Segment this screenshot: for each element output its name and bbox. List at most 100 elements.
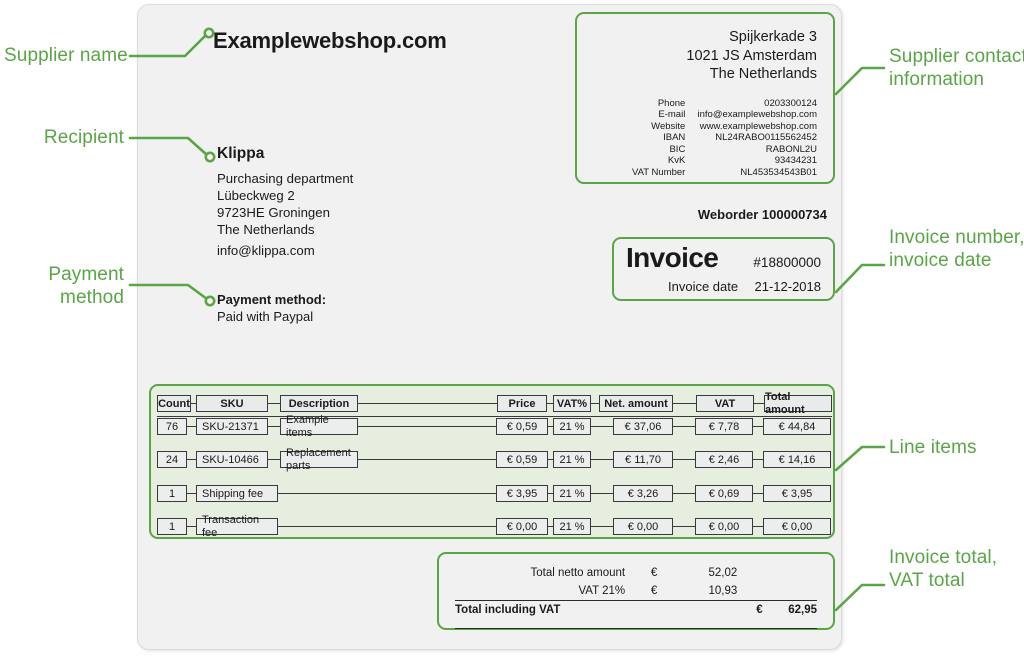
items-cell-total-amount: € 0,00	[763, 518, 831, 535]
detail-label: IBAN	[663, 132, 686, 144]
items-cell-net-amount: € 11,70	[613, 451, 673, 468]
annotation-invoice-number-line1: Invoice number,	[889, 227, 1024, 248]
items-cell-description: Example items	[280, 414, 358, 439]
connector-line	[358, 426, 496, 427]
connector-line	[754, 403, 764, 404]
items-cell-total-amount: € 14,16	[763, 451, 831, 468]
items-cell-vat-percent: 21 %	[553, 451, 591, 468]
line-items-table: Count SKU Description Price VAT% Net. amount V…	[149, 384, 835, 539]
detail-label: KvK	[667, 155, 686, 167]
connector-line	[591, 526, 613, 527]
connector-line	[548, 526, 553, 527]
items-header-vat: VAT	[696, 395, 754, 412]
recipient-line: The Netherlands	[217, 222, 315, 237]
items-cell-count: 1	[157, 518, 187, 535]
connector-line	[358, 403, 497, 404]
recipient-email: info@klippa.com	[217, 243, 315, 258]
diagram-canvas: Examplewebshop.com Spijkerkade 3 1021 JS…	[0, 0, 1024, 662]
connector-line	[673, 403, 696, 404]
payment-method-block: Payment method: Paid with Paypal	[217, 292, 326, 325]
recipient-line: Lübeckweg 2	[217, 188, 295, 203]
connector-line	[191, 403, 196, 404]
connector-line	[187, 526, 196, 527]
items-cell-count: 76	[157, 418, 187, 435]
items-cell-sku: SKU-10466	[196, 451, 268, 468]
items-cell-price: € 0,59	[496, 418, 548, 435]
leader-supplier-contact	[834, 66, 886, 96]
recipient-block: Klippa Purchasing department Lübeckweg 2…	[217, 145, 353, 259]
table-row: Website www.examplewebshop.com	[589, 121, 817, 133]
connector-line	[591, 426, 613, 427]
connector-line	[753, 459, 763, 460]
detail-label: VAT Number	[631, 167, 686, 179]
items-cell-vat: € 0,00	[695, 518, 753, 535]
totals-netto-label: Total netto amount	[530, 567, 626, 579]
connector-line	[187, 493, 196, 494]
connector-line	[268, 403, 280, 404]
connector-line	[268, 459, 280, 460]
supplier-address-line: Spijkerkade 3	[729, 29, 817, 45]
invoice-title-row: Invoice #18800000	[626, 242, 821, 274]
items-cell-vat-percent: 21 %	[553, 418, 591, 435]
connector-line	[187, 426, 196, 427]
invoice-number: #18800000	[753, 255, 821, 270]
connector-line	[673, 426, 695, 427]
items-header-sku: SKU	[196, 395, 268, 412]
table-row: BIC RABONL2U	[589, 144, 817, 156]
items-cell-count: 1	[157, 485, 187, 502]
invoice-date-row: Invoice date 21-12-2018	[626, 279, 821, 294]
connector-line	[187, 459, 196, 460]
items-header-vat-pct: VAT%	[553, 395, 591, 412]
payment-method-heading: Payment method:	[217, 292, 327, 307]
detail-label: E-mail	[658, 109, 686, 121]
items-cell-price: € 0,59	[496, 451, 548, 468]
supplier-details-table: Phone 0203300124 E-mail info@examplewebsho…	[589, 98, 817, 179]
connector-line	[358, 459, 496, 460]
items-header-count: Count	[157, 395, 191, 412]
connector-line	[278, 493, 496, 494]
recipient-line: Purchasing department	[217, 171, 354, 186]
detail-value: info@examplewebshop.com	[697, 109, 817, 121]
items-cell-price: € 3,95	[496, 485, 548, 502]
items-cell-fee-label: Transaction fee	[196, 514, 278, 539]
items-cell-vat: € 7,78	[695, 418, 753, 435]
items-cell-vat-percent: 21 %	[553, 485, 591, 502]
items-cell-vat-percent: 21 %	[553, 518, 591, 535]
totals-block: Total netto amount € 52,02 VAT 21% € 10,…	[437, 552, 835, 630]
annotation-recipient: Recipient	[43, 127, 124, 148]
spacer	[763, 564, 817, 582]
table-row: VAT Number NL453534543B01	[589, 167, 817, 179]
annotation-supplier-contact-line1: Supplier contact	[889, 46, 1024, 67]
items-cell-total-amount: € 3,95	[763, 485, 831, 502]
items-header-price: Price	[497, 395, 547, 412]
totals-vat-value: 10,93	[708, 585, 738, 597]
connector-line	[591, 403, 599, 404]
connector-line	[673, 526, 695, 527]
detail-value: NL453534543B01	[740, 167, 817, 179]
annotation-invoice-total-line2: VAT total	[889, 570, 965, 591]
items-cell-sku: SKU-21371	[196, 418, 268, 435]
recipient-line: 9723HE Groningen	[217, 205, 330, 220]
totals-netto-currency: €	[650, 567, 658, 579]
connector-line	[753, 426, 763, 427]
annotation-supplier-name: Supplier name	[4, 45, 128, 66]
detail-label: BIC	[669, 143, 686, 155]
supplier-contact-block: Spijkerkade 3 1021 JS Amsterdam The Neth…	[575, 12, 835, 184]
payment-method-value: Paid with Paypal	[217, 309, 314, 324]
supplier-name: Examplewebshop.com	[213, 28, 447, 53]
detail-value: NL24RABO0115562452	[715, 132, 817, 144]
items-cell-total-amount: € 44,84	[763, 418, 831, 435]
connector-line	[548, 493, 553, 494]
table-row: E-mail info@examplewebshop.com	[589, 109, 817, 121]
connector-line	[591, 459, 613, 460]
items-header-description: Description	[280, 395, 358, 412]
totals-bottom-rule	[455, 628, 817, 630]
connector-line	[547, 403, 553, 404]
totals-vat-label: VAT 21%	[578, 585, 626, 597]
annotation-invoice-number-line2: invoice date	[889, 250, 992, 271]
totals-total-label: Total including VAT	[455, 600, 626, 619]
connector-line	[268, 426, 280, 427]
detail-label: Phone	[657, 97, 686, 109]
connector-line	[548, 426, 553, 427]
invoice-document: Examplewebshop.com Spijkerkade 3 1021 JS…	[137, 4, 842, 650]
